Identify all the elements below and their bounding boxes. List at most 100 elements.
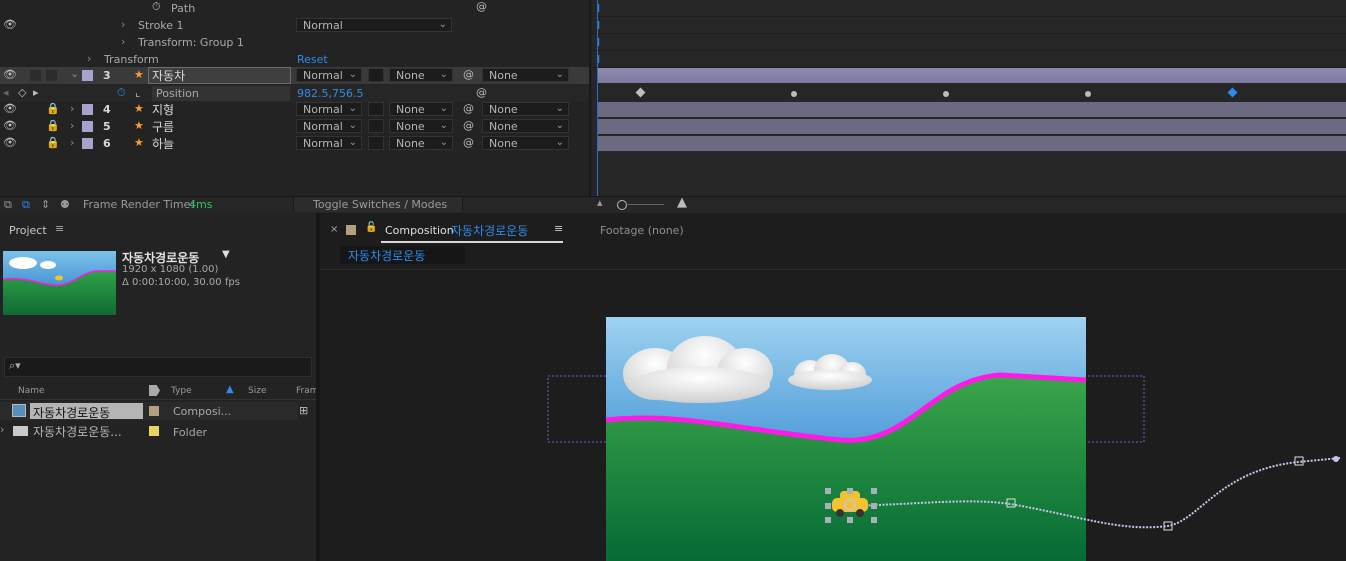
zoom-slider-track[interactable] [628,204,664,205]
preserve-transparency-toggle[interactable] [368,68,384,82]
lock-icon[interactable]: 🔓 [365,222,377,233]
panel-menu-icon[interactable]: ≡ [554,222,563,235]
keyframe-dot[interactable] [1085,91,1091,97]
transform-handle[interactable] [825,517,831,523]
chevron-right-icon[interactable]: › [70,102,74,115]
label-color-swatch[interactable] [149,426,159,436]
lock-icon[interactable]: 🔒 [46,119,60,132]
panel-divider[interactable] [589,0,591,196]
parent-select[interactable]: None ⌄ [482,119,569,133]
stopwatch-icon[interactable]: ⏱ [117,86,126,100]
blend-mode-select[interactable]: Normal ⌄ [296,136,362,150]
transform-handle[interactable] [871,488,877,494]
spiral-icon[interactable]: @ [476,0,487,13]
chevron-right-icon[interactable]: › [87,52,91,65]
layer-row[interactable]: 👁 🔒 › 5 ★ 구름 Normal ⌄ None ⌄ @ None ⌄ [0,118,590,135]
chevron-right-icon[interactable]: › [70,136,74,149]
next-keyframe-icon[interactable]: ▸ [33,86,39,99]
composition-tab-name[interactable]: 자동차경로운동 [451,222,528,239]
blend-mode-select[interactable]: Normal ⌄ [296,102,362,116]
spiral-icon[interactable]: @ [476,86,487,99]
graph-icon[interactable]: ⌞ [135,86,140,99]
layer-name[interactable]: 지형 [152,101,174,118]
composition-viewer[interactable] [320,270,1346,561]
item-name[interactable]: 자동차경로운동... [33,423,122,440]
type-column-header[interactable]: Type [171,386,192,396]
eye-icon[interactable]: 👁 [3,68,17,81]
property-row-transform-group[interactable]: › Transform: Group 1 [0,34,590,51]
project-item-row[interactable]: 자동차경로운동 Composi... ⊞ [0,402,308,421]
preserve-transparency-toggle[interactable] [368,136,384,150]
label-color-swatch[interactable] [82,104,93,115]
solo-toggle[interactable] [30,70,41,81]
eye-icon[interactable]: 👁 [3,102,17,115]
lock-icon[interactable]: 🔒 [46,136,60,149]
panel-menu-icon[interactable]: ≡ [55,222,64,235]
blend-mode-select[interactable]: Normal ⌄ [296,68,362,82]
stopwatch-icon[interactable]: ⏱ [152,0,161,14]
preserve-transparency-toggle[interactable] [368,119,384,133]
layer-row[interactable]: 👁 ⌄ 3 ★ 자동차 Normal ⌄ None ⌄ @ None ⌄ [0,67,590,84]
chevron-right-icon[interactable]: › [70,119,74,132]
transform-handle[interactable] [847,488,853,494]
name-column-header[interactable]: Name [18,386,45,396]
chevron-right-icon[interactable]: › [0,423,4,436]
comp-breadcrumb[interactable]: 자동차경로운동 [340,246,465,264]
toggle-switches-button[interactable]: Toggle Switches / Modes [293,197,463,212]
chevron-down-icon[interactable]: ⌄ [70,67,79,80]
label-color-swatch[interactable] [149,406,159,416]
pickwhip-icon[interactable]: @ [463,119,474,132]
property-row-stroke[interactable]: 👁 › Stroke 1 Normal ⌄ [0,17,590,34]
flowchart-icon[interactable]: ⊞ [299,404,308,417]
reset-link[interactable]: Reset [297,53,328,66]
item-name[interactable]: 자동차경로운동 [33,404,110,421]
zoom-out-icon[interactable]: ▴ [597,196,603,209]
layer-row[interactable]: 👁 🔒 › 6 ★ 하늘 Normal ⌄ None ⌄ @ None ⌄ [0,135,590,152]
prev-keyframe-icon[interactable]: ◂ [3,86,9,99]
transform-handle[interactable] [871,503,877,509]
property-row-path[interactable]: ⏱ Path @ [0,0,590,17]
pickwhip-icon[interactable]: @ [463,68,474,81]
eye-icon[interactable]: 👁 [3,119,17,132]
layer-name[interactable]: 구름 [152,118,174,135]
chevron-right-icon[interactable]: › [121,35,125,48]
in-out-icon[interactable]: ⚉ [60,198,70,211]
transform-handle[interactable] [871,517,877,523]
motion-path-keyframe[interactable] [1333,456,1339,462]
preserve-transparency-toggle[interactable] [368,102,384,116]
breadcrumb-comp-name[interactable]: 자동차경로운동 [348,247,425,264]
composition-tab-prefix[interactable]: Composition [385,224,454,237]
transform-handle[interactable] [825,503,831,509]
keyframe-dot[interactable] [791,91,797,97]
layer-switches-icon[interactable]: ⧉ [22,198,30,212]
track-matte-select[interactable]: None ⌄ [389,102,453,116]
chevron-right-icon[interactable]: › [121,18,125,31]
transfer-controls-icon[interactable]: ⇕ [41,198,50,211]
project-item-row[interactable]: › 자동차경로운동... Folder [0,422,298,440]
track-matte-select[interactable]: None ⌄ [389,68,453,82]
layer-duration-bar[interactable] [598,68,1346,83]
label-tag-icon[interactable] [149,385,160,396]
blend-mode-select[interactable]: Normal ⌄ [296,119,362,133]
parent-select[interactable]: None ⌄ [482,68,569,82]
label-color-swatch[interactable] [82,121,93,132]
property-row-transform[interactable]: › Transform Reset [0,51,590,68]
pickwhip-icon[interactable]: @ [463,102,474,115]
footage-tab[interactable]: Footage (none) [600,224,684,237]
lock-toggle[interactable] [46,70,57,81]
label-color-swatch[interactable] [82,70,93,81]
add-keyframe-icon[interactable]: ◇ [18,86,26,99]
layer-duration-bar[interactable] [598,119,1346,134]
close-icon[interactable]: × [330,224,338,235]
caret-down-icon[interactable]: ▼ [222,249,230,260]
keyframe-dot[interactable] [943,91,949,97]
layer-name[interactable]: 하늘 [152,135,174,152]
layer-duration-bar[interactable] [598,136,1346,151]
eye-icon[interactable]: 👁 [3,136,17,149]
parent-select[interactable]: None ⌄ [482,136,569,150]
zoom-slider-handle[interactable] [617,200,627,210]
eye-icon[interactable]: 👁 [3,18,17,31]
composition-mini-icon[interactable]: ⧉ [4,198,12,212]
transform-handle[interactable] [847,517,853,523]
position-value[interactable]: 982.5,756.5 [297,87,363,100]
